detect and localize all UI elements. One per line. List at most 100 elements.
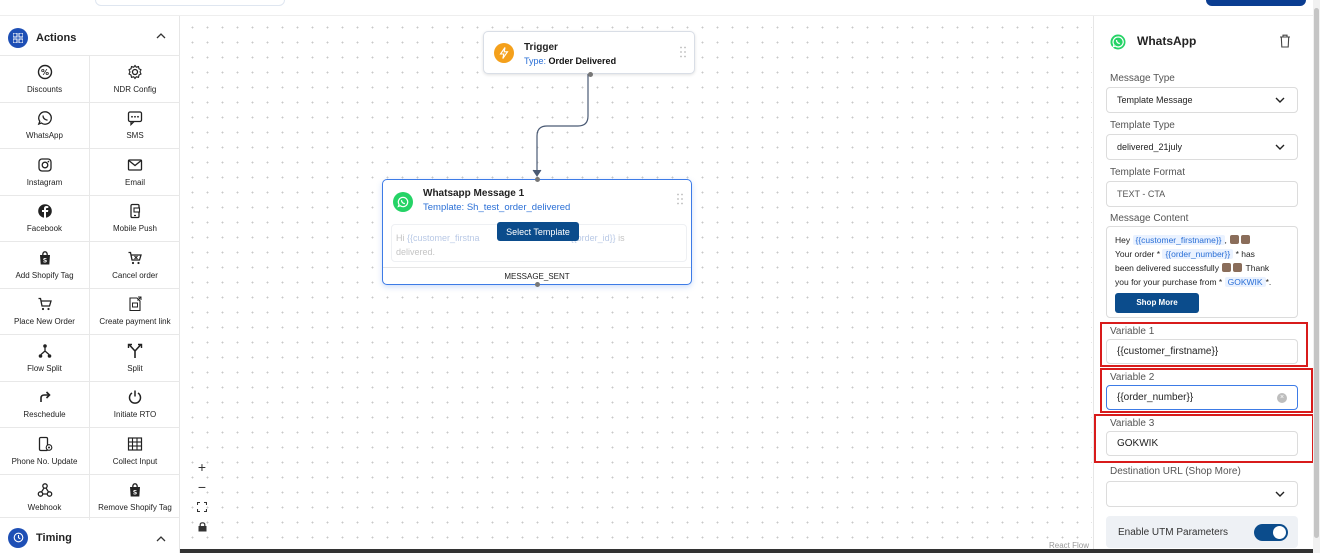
action-label: Flow Split xyxy=(27,363,62,373)
clock-icon xyxy=(8,527,28,548)
message-type-select[interactable]: Template Message xyxy=(1106,87,1298,113)
drag-handle-icon[interactable] xyxy=(677,193,683,205)
action-cancel-order[interactable]: Cancel order xyxy=(90,241,180,288)
preview-text: Hi xyxy=(396,233,405,243)
action-remove-shopify-tag[interactable]: S Remove Shopify Tag xyxy=(90,473,180,521)
action-whatsapp[interactable]: WhatsApp xyxy=(0,101,90,148)
gear-icon xyxy=(128,64,142,80)
select-template-button[interactable]: Select Template xyxy=(497,222,579,241)
msg-variable: {{customer_firstname}} xyxy=(1132,235,1225,245)
grid-icon xyxy=(8,28,28,48)
action-label: Split xyxy=(127,363,143,373)
collect-input-icon xyxy=(127,437,143,451)
whatsapp-icon xyxy=(1110,34,1126,50)
action-label: Cancel order xyxy=(112,270,158,280)
variable2-highlight xyxy=(1100,368,1313,413)
action-collect-input[interactable]: Collect Input xyxy=(90,427,180,474)
msg-text: * has xyxy=(1235,249,1255,259)
canvas-controls: + − xyxy=(192,457,212,537)
msg-text: Thank xyxy=(1245,263,1270,273)
action-discounts[interactable]: % Discounts xyxy=(0,55,90,102)
action-label: Mobile Push xyxy=(112,224,158,234)
preview-text: delivered. xyxy=(396,247,436,257)
fit-view-button[interactable] xyxy=(192,497,212,517)
utm-toggle[interactable] xyxy=(1254,524,1288,541)
actions-section-header[interactable]: Actions xyxy=(0,16,180,60)
actions-sidebar: Actions % Discounts NDR Config WhatsApp … xyxy=(0,16,180,553)
action-initiate-rto[interactable]: Initiate RTO xyxy=(90,380,180,428)
emoji-icon xyxy=(1230,235,1240,244)
percent-icon: % xyxy=(37,64,52,79)
lock-button[interactable] xyxy=(192,517,212,537)
whatsapp-icon xyxy=(37,111,52,126)
zoom-in-button[interactable]: + xyxy=(192,457,212,477)
destination-url-select[interactable] xyxy=(1106,481,1298,507)
whatsapp-message-node[interactable]: Whatsapp Message 1 Template: Sh_test_ord… xyxy=(382,177,692,287)
template-type-select[interactable]: delivered_21july xyxy=(1106,134,1298,160)
action-add-shopify-tag[interactable]: S Add Shopify Tag xyxy=(0,241,90,288)
shop-more-button[interactable]: Shop More xyxy=(1115,293,1199,313)
msg-text: *. xyxy=(1265,277,1272,287)
msg-text: Your order * xyxy=(1115,249,1161,259)
drag-handle-icon[interactable] xyxy=(680,46,686,58)
timing-section-header[interactable]: Timing xyxy=(0,517,180,553)
flow-canvas[interactable]: Trigger Type: Order Delivered Whatsapp M… xyxy=(181,16,1092,550)
action-mobile-push[interactable]: Mobile Push xyxy=(90,194,180,242)
action-split[interactable]: Split xyxy=(90,334,180,381)
trigger-node[interactable]: Trigger Type: Order Delivered xyxy=(483,31,695,77)
msg-text: been delivered successfully xyxy=(1115,263,1219,273)
action-label: SMS xyxy=(126,131,144,141)
trigger-output-handle[interactable] xyxy=(588,72,593,77)
variable1-highlight xyxy=(1100,322,1308,367)
zoom-out-button[interactable]: − xyxy=(192,477,212,497)
timing-section-title: Timing xyxy=(36,531,72,544)
trigger-type-value: Order Delivered xyxy=(548,56,617,66)
emoji-icon xyxy=(1233,263,1243,272)
chevron-up-icon[interactable] xyxy=(156,31,166,41)
variable3-highlight xyxy=(1094,414,1314,463)
trigger-type-prefix: Type: xyxy=(524,56,547,66)
panel-scrollbar[interactable] xyxy=(1313,0,1320,553)
action-create-payment-link[interactable]: Create payment link xyxy=(90,287,180,335)
msg-text: Hey xyxy=(1115,235,1131,245)
action-phone-no-update[interactable]: Phone No. Update xyxy=(0,427,90,474)
chevron-down-icon xyxy=(1275,144,1285,150)
action-label: Create payment link xyxy=(99,317,171,327)
shopify-bag-icon: S xyxy=(39,250,50,265)
msg-variable: {{order_number}} xyxy=(1162,249,1234,259)
action-ndr-config[interactable]: NDR Config xyxy=(90,55,180,102)
node-output-handle[interactable] xyxy=(535,282,540,287)
template-type-value: delivered_21july xyxy=(1117,142,1183,152)
action-sms[interactable]: SMS xyxy=(90,101,180,149)
trash-icon[interactable] xyxy=(1279,34,1291,48)
instagram-icon xyxy=(37,158,52,172)
scrollbar-thumb[interactable] xyxy=(1314,8,1319,538)
action-label: WhatsApp xyxy=(26,131,63,141)
shopify-bag-remove-icon: S xyxy=(130,483,140,497)
node-input-handle[interactable] xyxy=(535,177,540,182)
trigger-title: Trigger xyxy=(524,42,558,53)
action-email[interactable]: Email xyxy=(90,148,180,195)
action-webhook[interactable]: Webhook xyxy=(0,473,90,520)
action-label: Add Shopify Tag xyxy=(15,270,74,280)
action-facebook[interactable]: Facebook xyxy=(0,194,90,241)
action-label: Reschedule xyxy=(23,410,66,420)
msg-variable: GOKWIK xyxy=(1224,277,1266,287)
emoji-icon xyxy=(1222,263,1232,272)
top-action-button[interactable] xyxy=(1206,0,1306,6)
top-search-pill[interactable] xyxy=(95,0,285,6)
action-flow-split[interactable]: Flow Split xyxy=(0,334,90,381)
template-format-field: TEXT - CTA xyxy=(1106,181,1298,207)
preview-text: is xyxy=(618,233,625,243)
payment-link-icon xyxy=(129,296,142,312)
svg-text:%: % xyxy=(40,68,48,77)
template-format-label: Template Format xyxy=(1110,167,1186,178)
sms-icon xyxy=(127,111,143,127)
flow-split-icon xyxy=(38,343,51,358)
phone-update-icon xyxy=(38,436,52,451)
action-reschedule[interactable]: Reschedule xyxy=(0,380,90,427)
chevron-up-icon[interactable] xyxy=(156,534,166,544)
action-instagram[interactable]: Instagram xyxy=(0,148,90,195)
action-place-new-order[interactable]: Place New Order xyxy=(0,287,90,334)
reschedule-icon xyxy=(39,391,51,403)
